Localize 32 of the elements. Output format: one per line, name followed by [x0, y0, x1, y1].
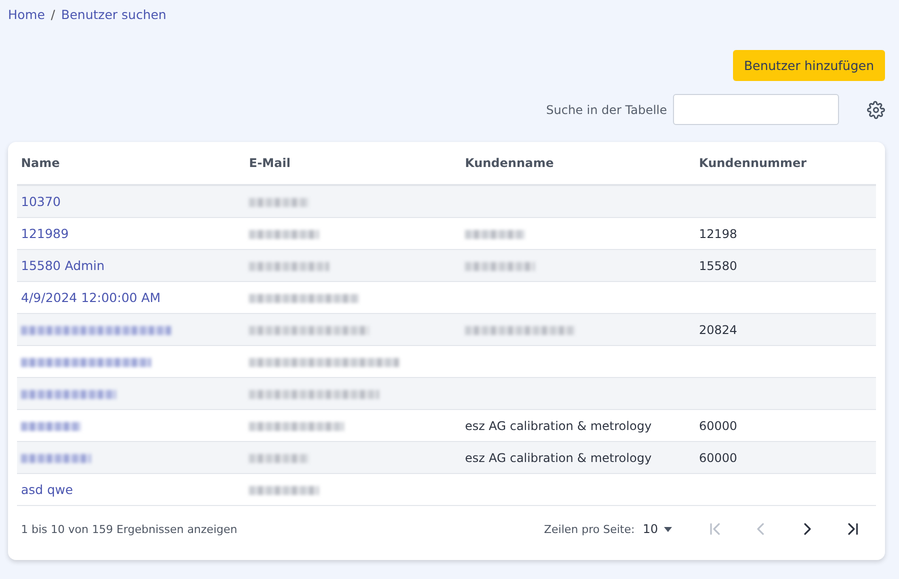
- settings-icon[interactable]: [867, 100, 885, 118]
- user-link[interactable]: 15580 Admin: [21, 258, 105, 273]
- rows-per-page-label: Zeilen pro Seite:: [544, 522, 635, 536]
- user-link[interactable]: 10370: [21, 194, 61, 209]
- table-cell: esz AG calibration & metrology: [465, 419, 652, 433]
- add-user-button[interactable]: Benutzer hinzufügen: [732, 50, 885, 81]
- blurred-text: [21, 422, 81, 432]
- blurred-text: [249, 454, 309, 464]
- last-page-icon[interactable]: [846, 522, 860, 536]
- blurred-text: [249, 230, 319, 240]
- table-cell: 60000: [699, 419, 738, 433]
- results-summary: 1 bis 10 von 159 Ergebnissen anzeigen: [21, 522, 238, 536]
- blurred-text: [465, 230, 525, 240]
- blurred-text: [465, 262, 535, 272]
- search-label: Suche in der Tabelle: [546, 102, 667, 116]
- table-cell: 60000: [699, 451, 738, 465]
- caret-icon: [664, 526, 672, 532]
- search-field[interactable]: [673, 94, 839, 125]
- breadcrumb-separator: /: [50, 6, 56, 22]
- table-cell: 12198: [699, 227, 738, 241]
- user-link[interactable]: 121989: [21, 226, 69, 241]
- user-link[interactable]: asd qwe: [21, 482, 73, 497]
- blurred-text: [21, 454, 91, 464]
- table-cell: 15580: [699, 259, 738, 273]
- breadcrumb-link[interactable]: Home: [8, 6, 45, 22]
- user-link[interactable]: 4/9/2024 12:00:00 AM: [21, 290, 161, 305]
- table-cell: esz AG calibration & metrology: [465, 451, 652, 465]
- blurred-text: [249, 486, 319, 496]
- table-cell: 20824: [699, 323, 738, 337]
- rows-per-page-select[interactable]: 10: [642, 522, 672, 536]
- blurred-text: [249, 198, 309, 208]
- breadcrumb-link[interactable]: Benutzer suchen: [61, 6, 166, 22]
